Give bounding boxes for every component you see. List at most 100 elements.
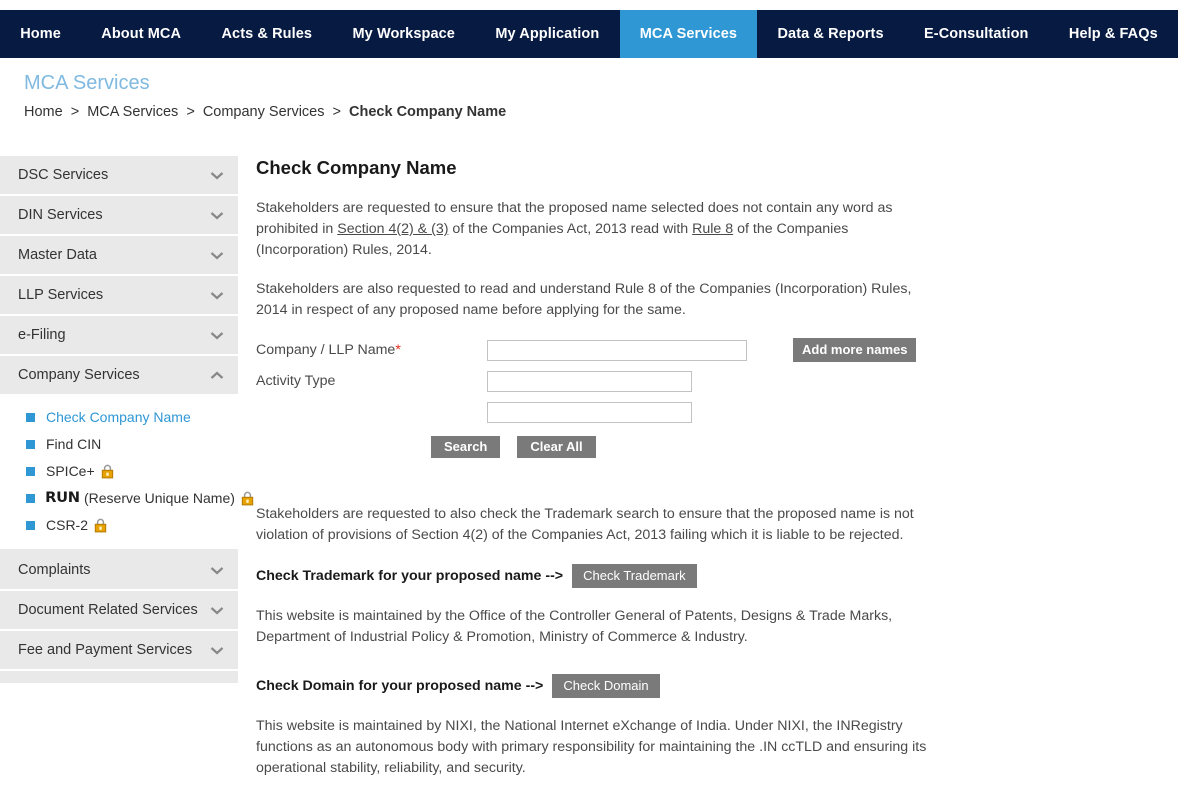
sidebar-subitem-label: Find CIN xyxy=(46,436,102,452)
sidebar-item-next[interactable] xyxy=(0,671,238,685)
square-bullet-icon xyxy=(26,413,35,422)
sidebar-item-master-data[interactable]: Master Data xyxy=(0,236,238,276)
sidebar-item-complaints[interactable]: Complaints xyxy=(0,551,238,591)
domain-action-row: Check Domain for your proposed name --> … xyxy=(256,674,936,698)
sidebar-item-label: Document Related Services xyxy=(18,602,198,618)
sidebar-item-din-services[interactable]: DIN Services xyxy=(0,196,238,236)
trademark-maintainer-paragraph: This website is maintained by the Office… xyxy=(256,608,893,645)
lock-icon xyxy=(241,491,254,506)
sidebar-subitem-find-cin[interactable]: Find CIN xyxy=(0,431,238,458)
sidebar-subitem-check-company-name[interactable]: Check Company Name xyxy=(0,404,238,431)
sidebar-item-label: DSC Services xyxy=(18,167,109,183)
breadcrumb-item-check-company-name: Check Company Name xyxy=(349,104,507,120)
sidebar-subitem-label: Check Company Name xyxy=(46,409,191,425)
sidebar-item-document-related-services[interactable]: Document Related Services xyxy=(0,591,238,631)
sidebar-subitem-label: SPICe+ xyxy=(46,463,95,479)
sidebar-item-llp-services[interactable]: LLP Services xyxy=(0,276,238,316)
intro-paragraph-1-part-b: of the Companies Act, 2013 read with xyxy=(448,221,693,237)
sidebar-item-fee-and-payment-services[interactable]: Fee and Payment Services xyxy=(0,631,238,671)
breadcrumb-item-home[interactable]: Home xyxy=(24,104,63,120)
sidebar-item-label: LLP Services xyxy=(18,287,104,303)
nav-item-acts-and-rules[interactable]: Acts & Rules xyxy=(201,10,332,58)
sidebar-item-label: Complaints xyxy=(18,562,91,578)
company-services-submenu: Check Company Name Find CIN SPICe+ RUN (… xyxy=(0,396,254,551)
nav-item-e-consultation[interactable]: E-Consultation xyxy=(904,10,1049,58)
breadcrumb-item-mca-services[interactable]: MCA Services xyxy=(87,104,178,120)
nav-item-about-mca[interactable]: About MCA xyxy=(81,10,201,58)
search-button[interactable]: Search xyxy=(431,436,501,458)
form-actions: Search Clear All xyxy=(431,436,936,458)
company-name-input[interactable] xyxy=(487,339,747,361)
nav-item-home[interactable]: Home xyxy=(0,10,81,58)
sidebar-subitem-csr-2[interactable]: CSR-2 xyxy=(0,512,238,539)
chevron-up-icon xyxy=(210,371,224,379)
company-name-label: Company / LLP Name* xyxy=(256,342,487,358)
intro-paragraph-2: Stakeholders are also requested to read … xyxy=(256,281,912,318)
breadcrumb-separator: > xyxy=(332,104,341,120)
form-row-activity-type: Activity Type xyxy=(256,370,936,392)
nav-item-mca-services[interactable]: MCA Services xyxy=(619,10,758,58)
activity-type-input[interactable] xyxy=(487,370,692,392)
chevron-down-icon xyxy=(210,251,224,259)
run-logo: RUN xyxy=(45,490,80,506)
domain-prompt-label: Check Domain for your proposed name --> xyxy=(256,678,544,694)
chevron-down-icon xyxy=(210,606,224,614)
lock-icon xyxy=(101,464,113,479)
sidebar: DSC Services DIN Services Master Data LL… xyxy=(0,156,254,685)
square-bullet-icon xyxy=(26,467,35,476)
sidebar-item-company-services[interactable]: Company Services xyxy=(0,356,238,396)
sidebar-subitem-run-reserve-unique-name[interactable]: RUN (Reserve Unique Name) xyxy=(0,485,254,512)
chevron-down-icon xyxy=(210,291,224,299)
nav-item-help-and-faqs[interactable]: Help & FAQs xyxy=(1049,10,1178,58)
sidebar-item-label: Master Data xyxy=(18,247,97,263)
square-bullet-icon xyxy=(26,494,35,503)
form-row-company-name: Company / LLP Name* Add more names xyxy=(256,338,936,362)
activity-type-label: Activity Type xyxy=(256,373,336,389)
main-navigation: Home About MCA Acts & Rules My Workspace… xyxy=(0,10,1178,58)
intro-paragraph-1: Stakeholders are requested to ensure tha… xyxy=(256,198,936,261)
main-content: Check Company Name Stakeholders are requ… xyxy=(256,156,936,797)
square-bullet-icon xyxy=(26,521,35,530)
sidebar-item-e-filing[interactable]: e-Filing xyxy=(0,316,238,356)
sidebar-subitem-label: CSR-2 xyxy=(46,517,89,533)
sidebar-item-label: DIN Services xyxy=(18,207,103,223)
breadcrumb-item-company-services[interactable]: Company Services xyxy=(203,104,325,120)
company-name-label-text: Company / LLP Name xyxy=(256,342,396,358)
trademark-prompt-label: Check Trademark for your proposed name -… xyxy=(256,568,564,584)
page-title: MCA Services xyxy=(24,72,150,94)
sidebar-item-label: Fee and Payment Services xyxy=(18,642,193,658)
chevron-down-icon xyxy=(210,211,224,219)
square-bullet-icon xyxy=(26,440,35,449)
trademark-action-row: Check Trademark for your proposed name -… xyxy=(256,564,936,588)
chevron-down-icon xyxy=(210,646,224,654)
rule-8-link[interactable]: Rule 8 xyxy=(692,221,733,237)
chevron-down-icon xyxy=(210,566,224,574)
domain-maintainer-paragraph: This website is maintained by NIXI, the … xyxy=(256,718,927,776)
add-more-names-button[interactable]: Add more names xyxy=(793,338,917,362)
breadcrumb-separator: > xyxy=(186,104,195,120)
section-4-link[interactable]: Section 4(2) & (3) xyxy=(337,221,448,237)
chevron-down-icon xyxy=(210,171,224,179)
clear-all-button[interactable]: Clear All xyxy=(517,436,596,458)
sidebar-subitem-label: (Reserve Unique Name) xyxy=(83,490,235,506)
sidebar-item-dsc-services[interactable]: DSC Services xyxy=(0,156,238,196)
breadcrumb-separator: > xyxy=(70,104,80,120)
content-title: Check Company Name xyxy=(256,157,457,178)
nav-item-my-workspace[interactable]: My Workspace xyxy=(332,10,475,58)
required-asterisk: * xyxy=(395,342,401,358)
form-row-activity-type-secondary xyxy=(256,401,936,423)
nav-item-my-application[interactable]: My Application xyxy=(475,10,619,58)
breadcrumb: Home > MCA Services > Company Services >… xyxy=(24,102,1124,122)
page-header: MCA Services Home > MCA Services > Compa… xyxy=(24,70,1124,122)
nav-item-data-and-reports[interactable]: Data & Reports xyxy=(757,10,904,58)
sidebar-item-label: Company Services xyxy=(18,367,140,383)
check-trademark-button[interactable]: Check Trademark xyxy=(572,564,697,588)
sidebar-subitem-spice-plus[interactable]: SPICe+ xyxy=(0,458,238,485)
check-company-name-form: Company / LLP Name* Add more names Activ… xyxy=(256,338,936,458)
trademark-paragraph: Stakeholders are requested to also check… xyxy=(256,506,914,543)
check-domain-button[interactable]: Check Domain xyxy=(552,674,660,698)
activity-type-secondary-input[interactable] xyxy=(487,401,692,423)
lock-icon xyxy=(94,518,107,533)
chevron-down-icon xyxy=(210,331,224,339)
